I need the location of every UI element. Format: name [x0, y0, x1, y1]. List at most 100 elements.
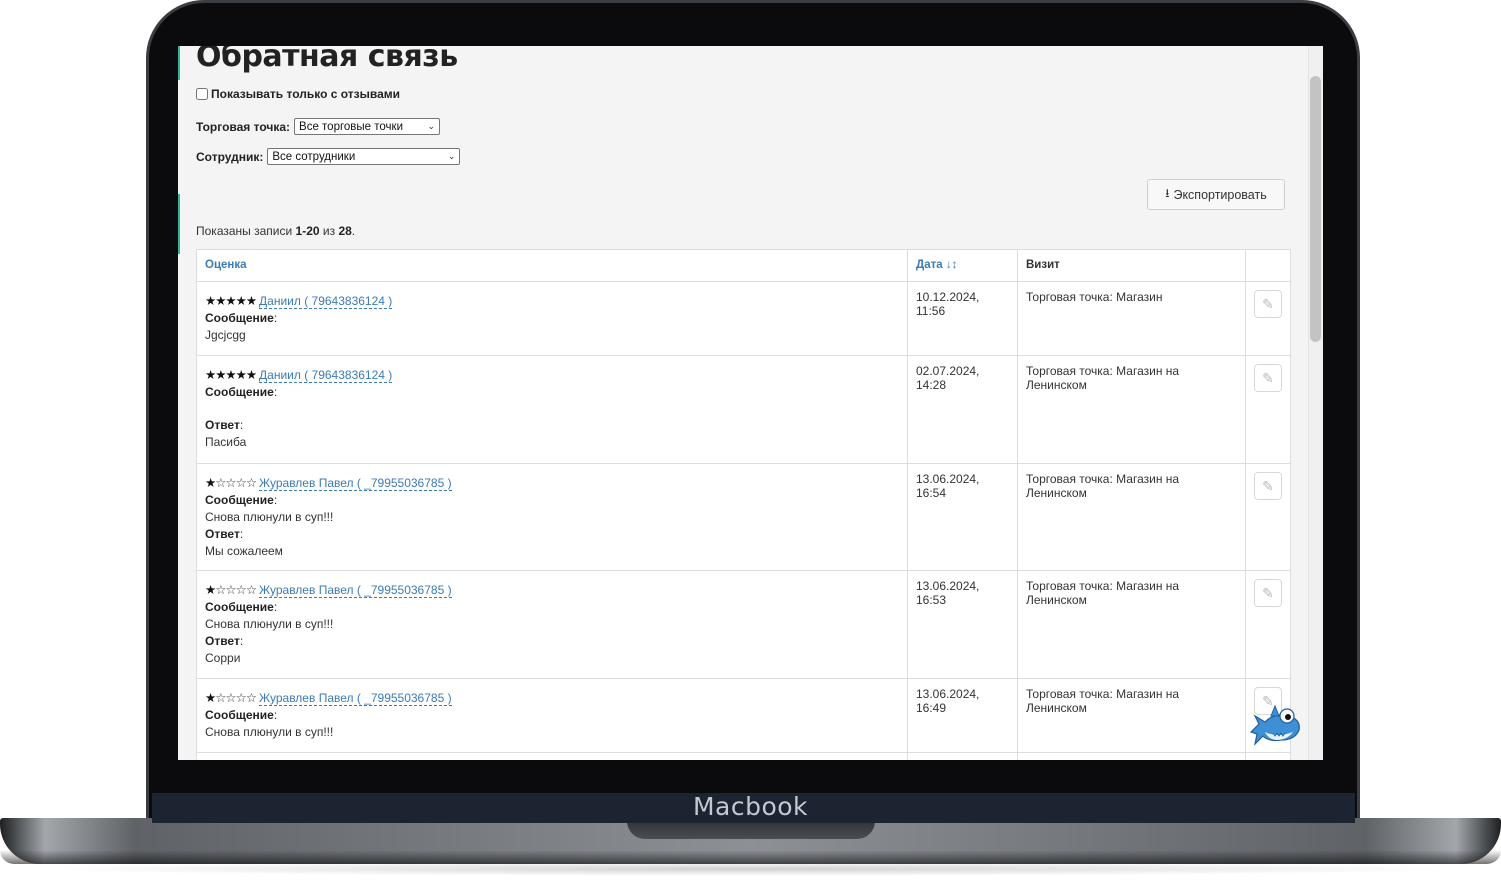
author-link[interactable]: Даниил ( 79643836124 )	[259, 368, 393, 383]
date-cell	[907, 752, 1018, 760]
employee-select-value: Все сотрудники	[272, 150, 356, 163]
table-row: ★☆☆☆☆ Журавлев Павел ( _79955036785 ) Соо…	[196, 463, 1291, 571]
pencil-icon: ✎	[1262, 369, 1274, 386]
star-full-icon: ★	[205, 583, 216, 597]
actions-cell: ✎	[1245, 281, 1291, 356]
author-link[interactable]: Журавлев Павел ( _79955036785 )	[259, 476, 452, 491]
employee-select[interactable]: Все сотрудники ⌄	[267, 148, 461, 165]
rating-stars: ★★★★★	[205, 368, 257, 382]
feedback-table: Оценка Дата ↓↕ Визит ★★★★★ Даниил ( 79643…	[196, 249, 1291, 760]
rating-cell	[196, 752, 908, 760]
chevron-down-icon: ⌄	[447, 151, 456, 161]
export-icon: ⭳	[1165, 186, 1170, 200]
only-with-reviews-label: Показывать только с отзывами	[211, 87, 401, 101]
column-header-rating[interactable]: Оценка	[196, 249, 908, 282]
message-label: Сообщение	[205, 708, 274, 722]
only-with-reviews-checkbox[interactable]	[196, 88, 208, 100]
visit-cell	[1017, 752, 1246, 760]
author-link[interactable]: Журавлев Павел ( _79955036785 )	[259, 691, 452, 706]
summary-prefix: Показаны записи	[196, 224, 296, 238]
message-text: Снова плюнули в суп!!!	[205, 510, 334, 524]
vertical-scrollbar[interactable]	[1308, 46, 1323, 760]
rating-stars: ★☆☆☆☆	[205, 476, 257, 490]
edit-button[interactable]: ✎	[1254, 579, 1282, 607]
accent-line	[178, 194, 180, 254]
store-filter-label: Торговая точка:	[196, 119, 291, 134]
star-empty-icon: ☆☆☆☆	[215, 476, 257, 490]
message-text: Jgcjcgg	[205, 328, 246, 342]
actions-cell: ✎	[1245, 570, 1291, 679]
rating-stars: ★★★★★	[205, 294, 257, 308]
star-empty-icon: ☆☆☆☆	[215, 583, 257, 597]
summary-range: 1-20	[295, 224, 320, 238]
rating-stars: ★☆☆☆☆	[205, 583, 257, 597]
answer-label: Ответ	[205, 634, 240, 648]
pencil-icon: ✎	[1262, 584, 1274, 601]
star-empty-icon: ☆☆☆☆	[215, 691, 257, 705]
message-label: Сообщение	[205, 385, 274, 399]
date-cell: 13.06.2024, 16:53	[907, 570, 1018, 679]
scrollbar-thumb[interactable]	[1310, 76, 1321, 342]
edit-button[interactable]: ✎	[1254, 364, 1282, 392]
rating-cell: ★★★★★ Даниил ( 79643836124 ) Сообщение: О…	[196, 355, 908, 464]
message-text	[205, 401, 899, 417]
summary-suffix: .	[351, 224, 356, 238]
export-label: Экспортировать	[1173, 187, 1267, 202]
rating-cell: ★★★★★ Даниил ( 79643836124 ) Сообщение: J…	[196, 281, 908, 356]
table-row: ★☆☆☆☆ Журавлев Павел ( _79955036785 ) Соо…	[196, 678, 1291, 753]
answer-label: Ответ	[205, 527, 240, 541]
visit-cell: Торговая точка: Магазин на Ленинском	[1017, 463, 1246, 571]
visit-cell: Торговая точка: Магазин на Ленинском	[1017, 355, 1246, 464]
employee-filter: Сотрудник: Все сотрудники ⌄	[196, 148, 461, 165]
summary-middle: из	[319, 224, 339, 238]
shark-mascot-icon[interactable]	[1247, 702, 1303, 746]
rating-cell: ★☆☆☆☆ Журавлев Павел ( _79955036785 ) Соо…	[196, 570, 908, 679]
rating-cell: ★☆☆☆☆ Журавлев Павел ( _79955036785 ) Соо…	[196, 678, 908, 753]
column-header-date[interactable]: Дата ↓↕	[907, 249, 1018, 282]
rating-cell: ★☆☆☆☆ Журавлев Павел ( _79955036785 ) Соо…	[196, 463, 908, 571]
edit-button[interactable]: ✎	[1254, 290, 1282, 318]
sort-icon: ↓↕	[945, 259, 958, 271]
store-select[interactable]: Все торговые точки ⌄	[294, 118, 441, 135]
actions-cell	[1245, 752, 1291, 760]
laptop-shadow	[30, 862, 1470, 876]
date-header-label: Дата	[916, 259, 943, 271]
answer-text: Сорри	[205, 651, 241, 665]
page-title: Обратная связь	[196, 46, 458, 74]
only-with-reviews-filter[interactable]: Показывать только с отзывами	[196, 87, 400, 101]
star-full-icon: ★	[205, 476, 216, 490]
store-filter: Торговая точка: Все торговые точки ⌄	[196, 118, 441, 135]
records-summary: Показаны записи 1-20 из 28.	[196, 224, 355, 238]
export-button[interactable]: ⭳ Экспортировать	[1147, 179, 1285, 210]
summary-total: 28	[338, 224, 352, 238]
edit-button[interactable]: ✎	[1254, 472, 1282, 500]
star-full-icon: ★★★★★	[205, 368, 257, 382]
chevron-down-icon: ⌄	[427, 121, 436, 131]
pencil-icon: ✎	[1262, 295, 1274, 312]
rating-stars: ★☆☆☆☆	[205, 691, 257, 705]
actions-cell: ✎	[1245, 463, 1291, 571]
date-cell: 10.12.2024, 11:56	[907, 281, 1018, 356]
visit-header-label: Визит	[1026, 259, 1060, 271]
table-header-row: Оценка Дата ↓↕ Визит	[196, 249, 1291, 282]
browser-viewport: Обратная связь Показывать только с отзыв…	[178, 46, 1323, 760]
date-cell: 02.07.2024, 14:28	[907, 355, 1018, 464]
star-full-icon: ★★★★★	[205, 294, 257, 308]
employee-filter-label: Сотрудник:	[196, 149, 264, 164]
message-text: Снова плюнули в суп!!!	[205, 725, 334, 739]
answer-text: Пасиба	[205, 435, 247, 449]
visit-cell: Торговая точка: Магазин на Ленинском	[1017, 678, 1246, 753]
store-select-value: Все торговые точки	[299, 120, 404, 133]
actions-cell: ✎	[1245, 355, 1291, 464]
table-row: ★★★★★ Даниил ( 79643836124 ) Сообщение: J…	[196, 281, 1291, 356]
table-row	[196, 752, 1291, 760]
date-cell: 13.06.2024, 16:54	[907, 463, 1018, 571]
message-label: Сообщение	[205, 311, 274, 325]
table-row: ★☆☆☆☆ Журавлев Павел ( _79955036785 ) Соо…	[196, 570, 1291, 679]
rating-header-label: Оценка	[205, 259, 247, 271]
star-full-icon: ★	[205, 691, 216, 705]
visit-cell: Торговая точка: Магазин на Ленинском	[1017, 570, 1246, 679]
author-link[interactable]: Даниил ( 79643836124 )	[259, 294, 393, 309]
accent-line	[178, 46, 180, 80]
author-link[interactable]: Журавлев Павел ( _79955036785 )	[259, 583, 452, 598]
